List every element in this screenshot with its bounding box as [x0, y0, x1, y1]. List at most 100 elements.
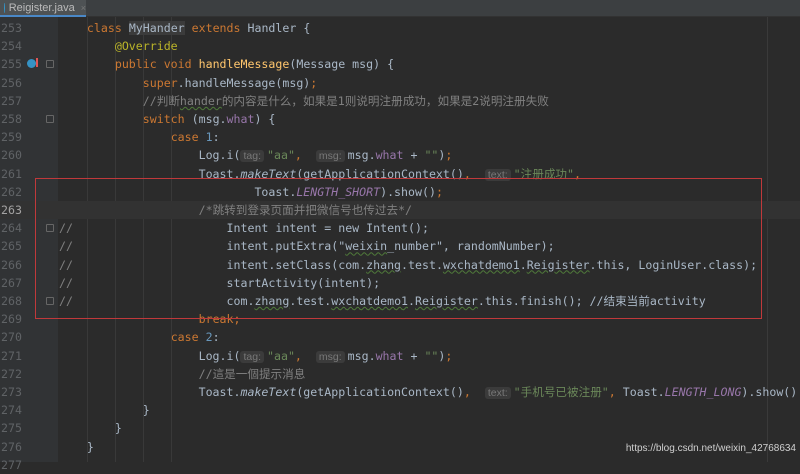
tab-title: Reigister.java	[8, 1, 75, 14]
code-token: .	[408, 294, 416, 308]
parameter-hint: tag:	[240, 350, 264, 363]
code-line[interactable]: 254 @Override	[0, 37, 800, 55]
code-line[interactable]: 275 }	[0, 419, 800, 437]
watermark: https://blog.csdn.net/weixin_42768634	[625, 443, 796, 454]
code-token: _number", randomNumber);	[387, 239, 555, 254]
code-token: //	[59, 239, 73, 254]
close-tab-icon[interactable]: ×	[81, 3, 86, 13]
code-token: //這是一個提示消息	[198, 366, 306, 381]
code-text: Toast.makeText(getApplicationContext(), …	[59, 165, 581, 184]
line-number: 259	[1, 130, 22, 145]
code-line[interactable]: 260 Log.i(tag: "aa", msg: msg.what + "");	[0, 146, 800, 164]
code-line[interactable]: 266 // intent.setClass(com.zhang.test.wxc…	[0, 256, 800, 274]
code-token: //	[59, 257, 73, 272]
line-number: 255	[1, 57, 22, 72]
code-token: }	[59, 421, 122, 436]
code-line[interactable]: 264 // Intent intent = new Intent();	[0, 219, 800, 237]
code-line[interactable]: 265 // intent.putExtra("weixin_number", r…	[0, 237, 800, 255]
code-token: zhang	[254, 294, 290, 308]
code-token: ,	[608, 385, 623, 399]
parameter-hint: msg:	[315, 150, 345, 163]
code-line[interactable]: 274 }	[0, 401, 800, 419]
code-line[interactable]: 267 // startActivity(intent);	[0, 274, 800, 292]
code-line[interactable]: 273 Toast.makeText(getApplicationContext…	[0, 383, 800, 401]
line-number: 265	[1, 239, 22, 254]
code-line[interactable]: 258 switch (msg.what) {	[0, 110, 800, 128]
code-line[interactable]: 256 super.handleMessage(msg);	[0, 74, 800, 92]
code-token: (Message msg) {	[289, 57, 395, 72]
code-token: startActivity(intent);	[72, 275, 381, 290]
code-line[interactable]: 277	[0, 456, 800, 474]
code-token: (msg.	[191, 112, 227, 126]
code-text: //判断hander的内容是什么，如果是1则说明注册成功，如果是2说明注册失败	[59, 92, 549, 110]
code-text: super.handleMessage(msg);	[59, 74, 318, 92]
code-line[interactable]: 255 public void handleMessage(Message ms…	[0, 55, 800, 73]
code-token: //判断	[142, 93, 180, 108]
parameter-hint: text:	[484, 168, 511, 181]
line-number: 253	[1, 21, 22, 35]
code-token: .handleMessage(msg)	[177, 75, 311, 90]
code-text: // intent.setClass(com.zhang.test.wxchat…	[59, 256, 757, 274]
line-number: 277	[1, 457, 22, 472]
code-token: Toast.	[622, 385, 665, 399]
code-line[interactable]: 269 break;	[0, 310, 800, 328]
code-line[interactable]: 270 case 2:	[0, 328, 800, 346]
code-token: MyHander	[128, 21, 185, 35]
code-token: +	[403, 348, 425, 363]
code-token: ,	[463, 385, 485, 399]
code-token: ,	[294, 148, 316, 163]
code-line[interactable]: 261 Toast.makeText(getApplicationContext…	[0, 165, 800, 183]
code-line[interactable]: 272 //這是一個提示消息	[0, 365, 800, 383]
code-token: //	[59, 275, 73, 290]
code-token: ""	[424, 348, 439, 363]
line-number: 262	[1, 184, 22, 199]
code-text: Toast.LENGTH_SHORT).show();	[59, 183, 442, 201]
override-method-icon[interactable]	[27, 59, 36, 69]
code-line[interactable]: 263 /*跳转到登录页面并把微信号也传过去*/	[0, 201, 800, 220]
code-token: .this, LoginUser.class);	[589, 257, 758, 272]
code-token: makeText	[240, 166, 297, 181]
line-number: 264	[1, 221, 22, 236]
line-number: 274	[1, 403, 22, 418]
fold-toggle-icon[interactable]	[46, 60, 54, 69]
code-token: ) {	[254, 112, 276, 126]
code-text: Log.i(tag: "aa", msg: msg.what + "");	[59, 347, 452, 366]
override-arrow-icon	[36, 58, 38, 68]
code-token: .	[519, 257, 527, 272]
code-token: (getApplicationContext()	[296, 385, 464, 399]
code-text: // Intent intent = new Intent();	[59, 219, 429, 237]
code-token: ""	[424, 148, 439, 163]
code-token: class	[86, 21, 129, 35]
code-line[interactable]: 253 class MyHander extends Handler {	[0, 19, 800, 37]
code-token: LENGTH_SHORT	[296, 184, 381, 199]
code-token: com.	[72, 294, 255, 308]
code-token: Handler {	[247, 21, 311, 35]
code-line[interactable]: 268 // com.zhang.test.wxchatdemo1.Reigist…	[0, 292, 800, 310]
line-number: 269	[1, 312, 22, 327]
code-line[interactable]: 271 Log.i(tag: "aa", msg: msg.what + "");	[0, 347, 800, 365]
fold-toggle-icon[interactable]	[46, 115, 54, 123]
code-text: @Override	[59, 37, 178, 55]
line-number: 258	[1, 112, 22, 126]
code-token: wxchatdemo1	[331, 294, 409, 308]
code-token: Toast.	[59, 166, 241, 181]
code-token: ).show()	[741, 385, 798, 399]
code-line[interactable]: 262 Toast.LENGTH_SHORT).show();	[0, 183, 800, 201]
fold-toggle-icon[interactable]	[46, 297, 54, 305]
code-token: zhang	[366, 257, 402, 272]
java-class-icon	[4, 2, 5, 13]
code-text: class MyHander extends Handler {	[59, 19, 310, 37]
tab-reigister-java[interactable]: Reigister.java ×	[0, 0, 86, 17]
code-token: "aa"	[267, 348, 295, 363]
code-token: ;	[445, 148, 453, 163]
code-token: "手机号已被注册"	[513, 385, 609, 399]
code-line[interactable]: 259 case 1:	[0, 128, 800, 146]
code-text: }	[59, 419, 122, 437]
fold-toggle-icon[interactable]	[46, 224, 54, 233]
code-line[interactable]: 257 //判断hander的内容是什么，如果是1则说明注册成功，如果是2说明注…	[0, 92, 800, 110]
code-token: what	[226, 112, 255, 126]
